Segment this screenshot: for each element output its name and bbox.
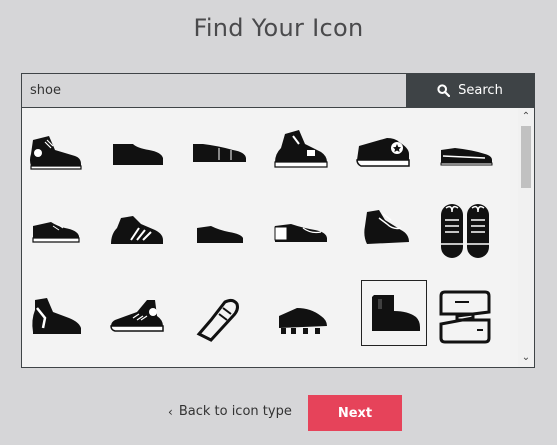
high-top-trainer-icon [32, 298, 81, 334]
low-sneaker-icon [32, 222, 80, 243]
slip-on-icon [193, 144, 246, 162]
shoe-box-icon [439, 290, 491, 344]
loafer-icon [440, 148, 493, 166]
striped-sneaker-icon [111, 216, 163, 244]
icon-tile[interactable] [351, 118, 415, 182]
next-button[interactable]: Next [308, 395, 402, 431]
scroll-up-icon[interactable]: ⌃ [518, 110, 534, 124]
icon-tile[interactable] [269, 284, 333, 348]
cleat-shoe-icon [279, 308, 327, 334]
converse-sneaker-icon [110, 300, 164, 332]
icon-tile[interactable] [23, 118, 87, 182]
icon-results: ⌃ ⌄ [21, 108, 535, 368]
icon-tile[interactable] [433, 284, 497, 348]
chevron-left-icon: ‹ [168, 404, 173, 419]
scroll-down-icon[interactable]: ⌄ [518, 351, 534, 365]
icon-tile[interactable] [269, 118, 333, 182]
wingtip-shoe-icon [274, 224, 327, 242]
search-input[interactable] [22, 74, 406, 107]
icon-tile[interactable] [433, 198, 497, 262]
icon-tile[interactable] [187, 284, 251, 348]
next-button-label: Next [337, 405, 373, 421]
results-scrollbar[interactable]: ⌃ ⌄ [518, 108, 534, 367]
page-title: Find Your Icon [193, 14, 364, 42]
icon-tile[interactable] [187, 118, 251, 182]
icon-tile[interactable] [351, 198, 415, 262]
icon-tile[interactable] [105, 284, 169, 348]
icon-tile[interactable] [23, 284, 87, 348]
icon-tile[interactable] [105, 118, 169, 182]
scrollbar-thumb[interactable] [521, 126, 531, 188]
icon-grid [22, 108, 519, 367]
boot-icon [372, 295, 420, 331]
back-link-label: Back to icon type [178, 404, 292, 419]
basketball-sneaker-icon [274, 130, 328, 168]
icon-tile[interactable] [105, 198, 169, 262]
icon-tile[interactable] [187, 198, 251, 262]
search-button-label: Search [458, 83, 503, 98]
search-icon [437, 84, 451, 97]
outline-shoe-icon [196, 298, 239, 342]
back-to-icon-type-link[interactable]: ‹ Back to icon type [168, 404, 292, 419]
shoe-pair-icon [441, 204, 489, 258]
dress-shoe-icon [113, 144, 163, 165]
laced-sneaker-icon [364, 210, 409, 244]
icon-tile[interactable] [269, 198, 333, 262]
oxford-shoe-icon [197, 226, 243, 243]
icon-tile[interactable] [433, 118, 497, 182]
star-sneaker-icon [356, 138, 410, 167]
search-button[interactable]: Search [406, 74, 534, 107]
search-bar: Search [21, 73, 535, 108]
icon-tile[interactable] [23, 198, 87, 262]
icon-tile-selected[interactable] [361, 280, 427, 346]
high-top-sneaker-icon [30, 136, 82, 170]
